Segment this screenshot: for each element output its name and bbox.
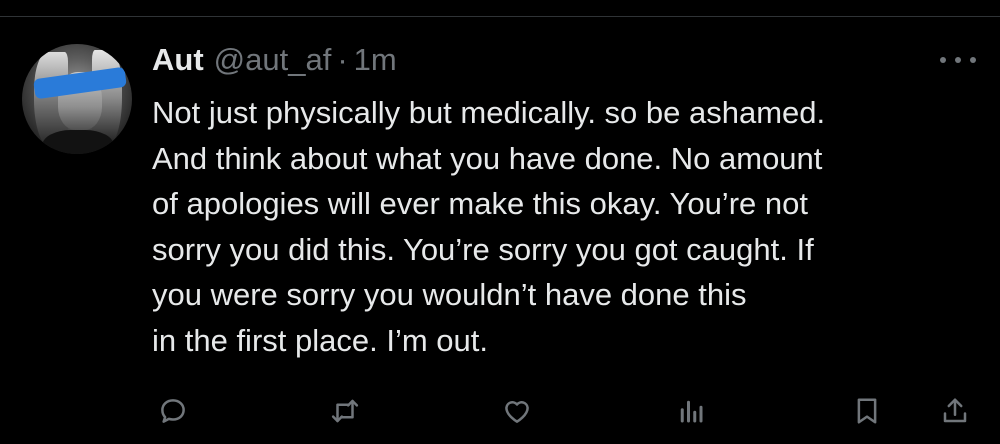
author-name[interactable]: Aut <box>152 40 204 80</box>
tweet-header: Aut @aut_af · 1m <box>152 40 397 80</box>
more-dot <box>955 57 961 63</box>
more-options-icon[interactable] <box>940 50 976 70</box>
header-separator: · <box>337 42 348 77</box>
author-handle[interactable]: @aut_af <box>214 40 332 80</box>
share-icon[interactable] <box>938 394 972 428</box>
avatar[interactable] <box>22 44 132 154</box>
bookmark-icon[interactable] <box>850 394 884 428</box>
tweet-text-line: in the first place. I’m out. <box>152 322 488 358</box>
tweet-text-line: of apologies will ever make this okay. Y… <box>152 186 808 221</box>
tweet-text-line: Not just physically but medically. so be… <box>152 95 826 130</box>
top-divider <box>0 16 1000 17</box>
retweet-icon[interactable] <box>328 394 362 428</box>
avatar-body <box>42 130 114 154</box>
like-icon[interactable] <box>500 394 534 428</box>
more-dot <box>940 57 946 63</box>
tweet-text: Not just physically but medically. so be… <box>152 90 982 363</box>
reply-icon[interactable] <box>156 394 190 428</box>
tweet-text-line: And think about what you have done. No a… <box>152 140 823 176</box>
tweet-text-line: you were sorry you wouldn’t have done th… <box>152 277 747 312</box>
views-icon[interactable] <box>674 394 708 428</box>
tweet-text-line: sorry you did this. You’re sorry you got… <box>152 231 814 267</box>
timestamp[interactable]: 1m <box>354 40 397 80</box>
more-dot <box>970 57 976 63</box>
